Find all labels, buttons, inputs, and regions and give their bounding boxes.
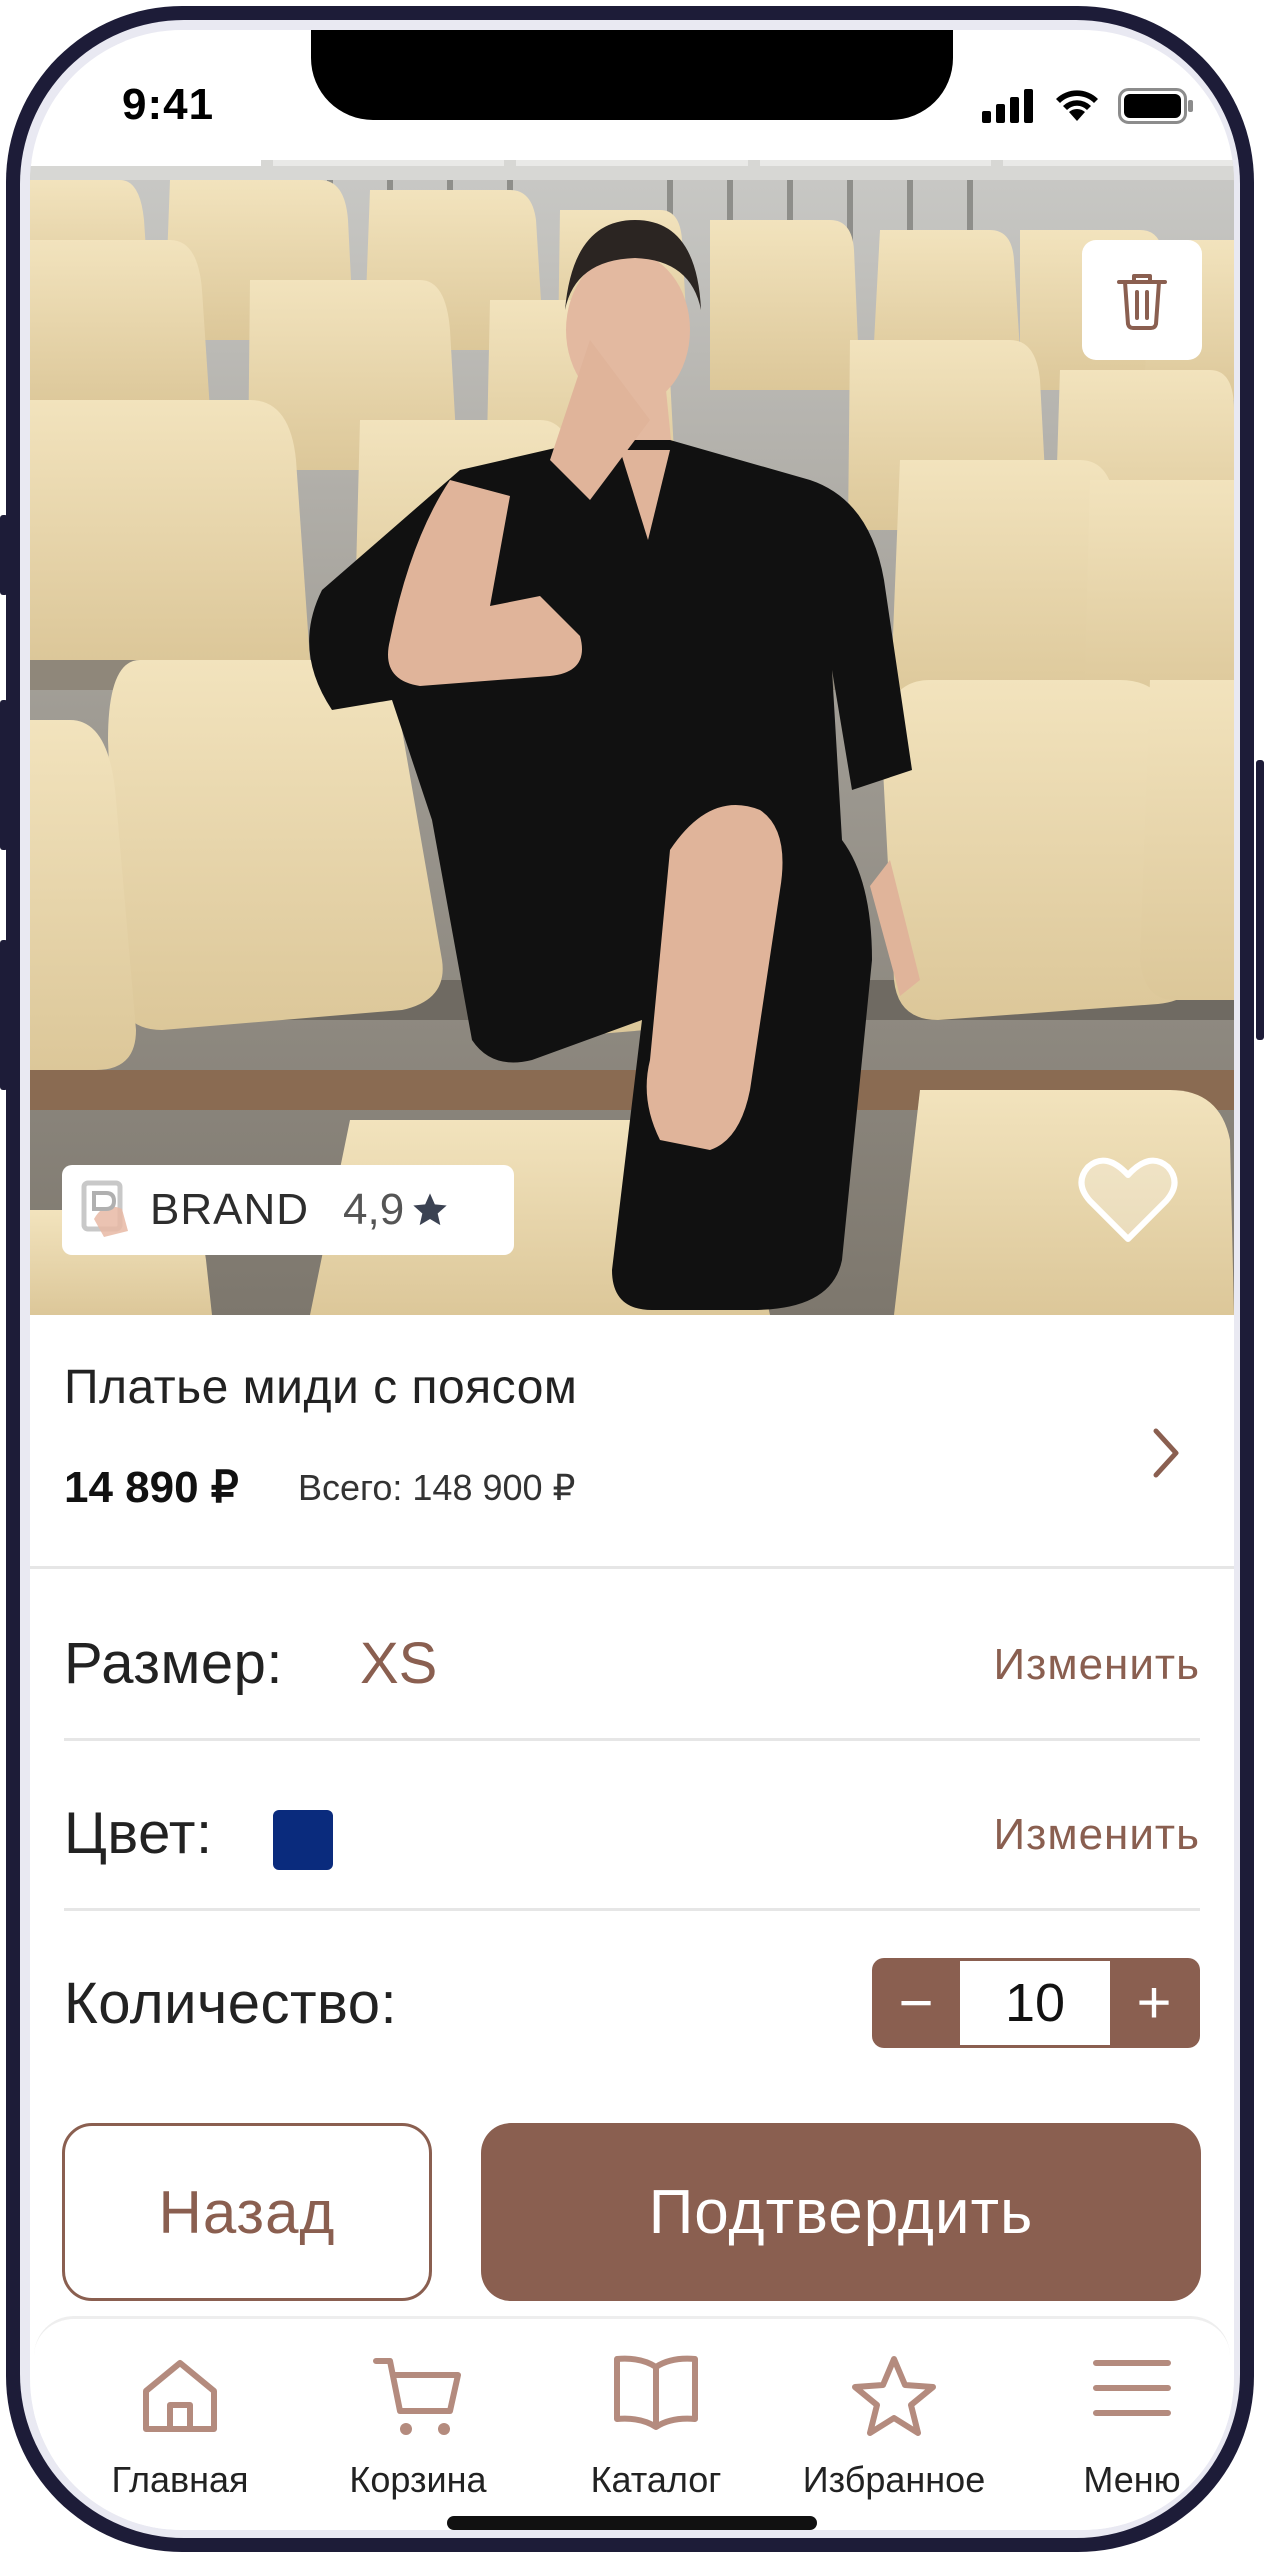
quantity-increase-button[interactable]: +	[1110, 1958, 1198, 2048]
confirm-button[interactable]: Подтвердить	[481, 2123, 1201, 2301]
home-icon	[143, 2360, 217, 2432]
tab-favorites-label: Избранное	[802, 2459, 986, 2500]
quantity-stepper: − 10 +	[872, 1958, 1200, 2048]
tab-cart[interactable]: Корзина	[308, 2319, 528, 2519]
carousel-progress-segment	[1002, 160, 1234, 166]
divider	[30, 1566, 1234, 1569]
quantity-decrease-button[interactable]: −	[872, 1958, 960, 2048]
battery-icon	[1118, 88, 1193, 124]
product-details-button[interactable]	[1148, 1425, 1184, 1486]
tab-catalog[interactable]: Каталог	[546, 2319, 766, 2519]
brand-name: BRAND	[150, 1185, 310, 1234]
quantity-label: Количество:	[64, 1971, 398, 2036]
chevron-right-icon	[1153, 1428, 1179, 1478]
bottom-tab-bar: Главная Корзина Каталог Избранное Меню	[34, 2316, 1230, 2530]
product-price: 14 890 ₽	[64, 1463, 239, 1512]
screen: 9:41 BRAND 4,9 Платье миди с поясом 14 8…	[30, 30, 1234, 2530]
cellular-signal-icon	[982, 89, 1033, 123]
change-size-button[interactable]: Изменить	[994, 1640, 1200, 1690]
size-label: Размер:	[64, 1631, 283, 1696]
status-icons	[982, 88, 1194, 124]
brand-rating: 4,9	[343, 1185, 405, 1234]
product-title: Платье миди с поясом	[64, 1361, 578, 1414]
tab-catalog-label: Каталог	[590, 2459, 722, 2500]
carousel-progress-segment	[30, 160, 262, 166]
delete-button[interactable]	[1082, 240, 1202, 360]
product-total: Всего: 148 900 ₽	[298, 1467, 576, 1508]
tab-home-label: Главная	[111, 2459, 249, 2500]
divider	[64, 1908, 1200, 1911]
carousel-progress	[30, 160, 1234, 168]
back-button[interactable]: Назад	[62, 2123, 432, 2301]
heart-icon	[1078, 1157, 1178, 1242]
favorite-button[interactable]	[1078, 1155, 1178, 1250]
side-button-power	[1256, 760, 1264, 1040]
tab-menu-label: Меню	[1083, 2459, 1181, 2500]
side-button-silent	[0, 515, 8, 595]
home-indicator	[447, 2516, 817, 2530]
product-photo[interactable]: BRAND 4,9	[30, 160, 1234, 1315]
cart-icon	[373, 2358, 461, 2435]
divider	[64, 1738, 1200, 1741]
star-icon	[852, 2356, 936, 2436]
side-button-volume-up	[0, 700, 8, 850]
side-button-volume-down	[0, 940, 8, 1090]
color-label: Цвет:	[64, 1801, 213, 1866]
book-icon	[614, 2355, 698, 2430]
trash-icon	[1117, 274, 1167, 330]
brand-chip[interactable]: BRAND 4,9	[62, 1165, 514, 1255]
change-color-button[interactable]: Изменить	[994, 1810, 1200, 1860]
color-swatch	[273, 1810, 333, 1870]
star-rating-icon	[413, 1193, 447, 1226]
carousel-progress-segment	[759, 160, 991, 166]
tab-cart-label: Корзина	[349, 2459, 487, 2500]
carousel-progress-segment	[273, 160, 505, 166]
product-image	[30, 160, 1234, 1315]
quantity-value[interactable]: 10	[960, 1961, 1110, 2045]
brand-logo-icon	[81, 1180, 128, 1237]
tab-home[interactable]: Главная	[70, 2319, 290, 2519]
carousel-progress-segment	[516, 160, 748, 166]
status-time: 9:41	[122, 80, 215, 129]
menu-icon	[1093, 2360, 1171, 2416]
wifi-icon	[1056, 90, 1098, 121]
tab-menu[interactable]: Меню	[1022, 2319, 1234, 2519]
notch	[311, 30, 953, 120]
tab-favorites[interactable]: Избранное	[784, 2319, 1004, 2519]
size-value: XS	[360, 1631, 438, 1696]
